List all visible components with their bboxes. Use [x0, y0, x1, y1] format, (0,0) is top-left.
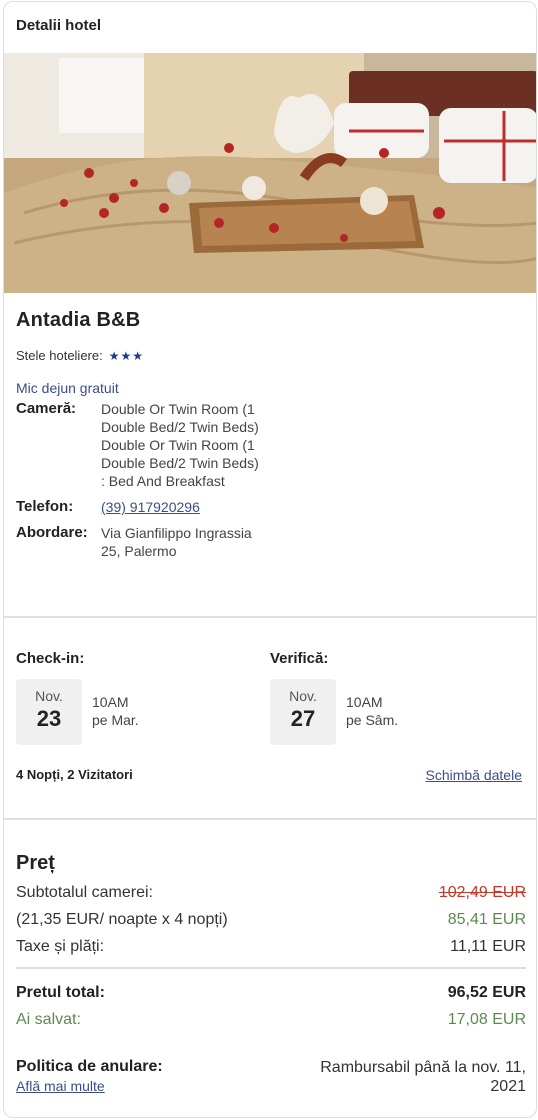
- checkin-weekday: pe Mar.: [92, 712, 139, 728]
- total-label: Pretul total:: [16, 983, 105, 1001]
- per-night-value: 85,41 EUR: [447, 910, 526, 928]
- taxes-label: Taxe și plăți:: [16, 937, 105, 955]
- policy-label: Politica de anulare:: [16, 1058, 163, 1075]
- phone-label: Telefon:: [16, 498, 74, 515]
- hotel-photo: [4, 53, 536, 293]
- checkout-title: Verifică:: [270, 650, 329, 667]
- checkin-date-box: Nov. 23: [16, 679, 82, 745]
- phone-row: Telefon: (39) 917920296: [16, 498, 526, 516]
- per-night-row: (21,35 EUR/ noapte x 4 nopți) 85,41 EUR: [16, 906, 526, 933]
- stars-label: Stele hoteliere:: [16, 348, 103, 363]
- checkin-title: Check-in:: [16, 650, 85, 667]
- phone-link[interactable]: (39) 917920296: [101, 499, 200, 515]
- section-divider: [4, 616, 536, 618]
- subtotal-old-price: 102,49 EUR: [438, 883, 526, 901]
- checkout-block: Verifică: Nov. 27 10AM pe Sâm.: [270, 650, 524, 745]
- change-dates-link[interactable]: Schimbă datele: [425, 767, 522, 783]
- checkin-block: Check-in: Nov. 23 10AM pe Mar.: [16, 650, 270, 745]
- room-row: Cameră: Double Or Twin Room (1 Double Be…: [16, 400, 526, 490]
- cancellation-policy: Politica de anulare: Află mai multe Ramb…: [16, 1058, 526, 1096]
- subtotal-label: Subtotalul camerei:: [16, 883, 153, 901]
- price-title: Preț: [16, 852, 55, 874]
- star-rating-icon: ★★★: [108, 348, 145, 363]
- hotel-details-card: Detalii hotel Antadia B&B Stele hotelier…: [3, 1, 537, 1118]
- price-divider: [16, 967, 526, 969]
- hotel-stars-row: Stele hoteliere: ★★★: [16, 348, 526, 363]
- phone-value-wrap: (39) 917920296: [101, 498, 271, 516]
- learn-more-link[interactable]: Află mai multe: [16, 1078, 105, 1094]
- checkin-day: 23: [36, 706, 62, 731]
- policy-value: Rambursabil până la nov. 11, 2021: [320, 1059, 526, 1095]
- address-value: Via Gianfilippo Ingrassia 25, Palermo: [101, 525, 252, 559]
- saved-value: 17,08 EUR: [447, 1010, 526, 1028]
- checkin-month: Nov.: [35, 688, 63, 704]
- hotel-info-section: Antadia B&B Stele hoteliere: ★★★ Mic dej…: [16, 309, 526, 560]
- checkout-time: 10AM: [346, 694, 383, 710]
- checkout-month: Nov.: [289, 688, 317, 704]
- total-row: Pretul total: 96,52 EUR: [16, 979, 526, 1006]
- address-row: Abordare: Via Gianfilippo Ingrassia 25, …: [16, 524, 526, 560]
- checkout-day: 27: [290, 706, 316, 731]
- address-label: Abordare:: [16, 524, 88, 541]
- room-label: Cameră:: [16, 400, 77, 417]
- taxes-row: Taxe și plăți: 11,11 EUR: [16, 933, 526, 960]
- checkout-date-box: Nov. 27: [270, 679, 336, 745]
- stay-dates-section: Check-in: Nov. 23 10AM pe Mar. Verifică:: [16, 650, 526, 783]
- saved-label: Ai salvat:: [16, 1010, 81, 1028]
- subtotal-row: Subtotalul camerei: 102,49 EUR: [16, 879, 526, 906]
- section-divider: [4, 818, 536, 820]
- card-title: Detalii hotel: [16, 17, 102, 34]
- saved-row: Ai salvat: 17,08 EUR: [16, 1006, 526, 1033]
- stay-summary: 4 Nopți, 2 Vizitatori: [16, 767, 133, 782]
- breakfast-note: Mic dejun gratuit: [16, 380, 119, 396]
- checkin-time: 10AM: [92, 694, 129, 710]
- total-value: 96,52 EUR: [447, 983, 526, 1001]
- per-night-label: (21,35 EUR/ noapte x 4 nopți): [16, 910, 228, 928]
- taxes-value: 11,11 EUR: [450, 937, 526, 955]
- checkout-weekday: pe Sâm.: [346, 712, 399, 728]
- room-value: Double Or Twin Room (1 Double Bed/2 Twin…: [101, 401, 259, 489]
- price-section: Preț Subtotalul camerei: 102,49 EUR (21,…: [16, 852, 526, 1096]
- hotel-name: Antadia B&B: [16, 309, 141, 331]
